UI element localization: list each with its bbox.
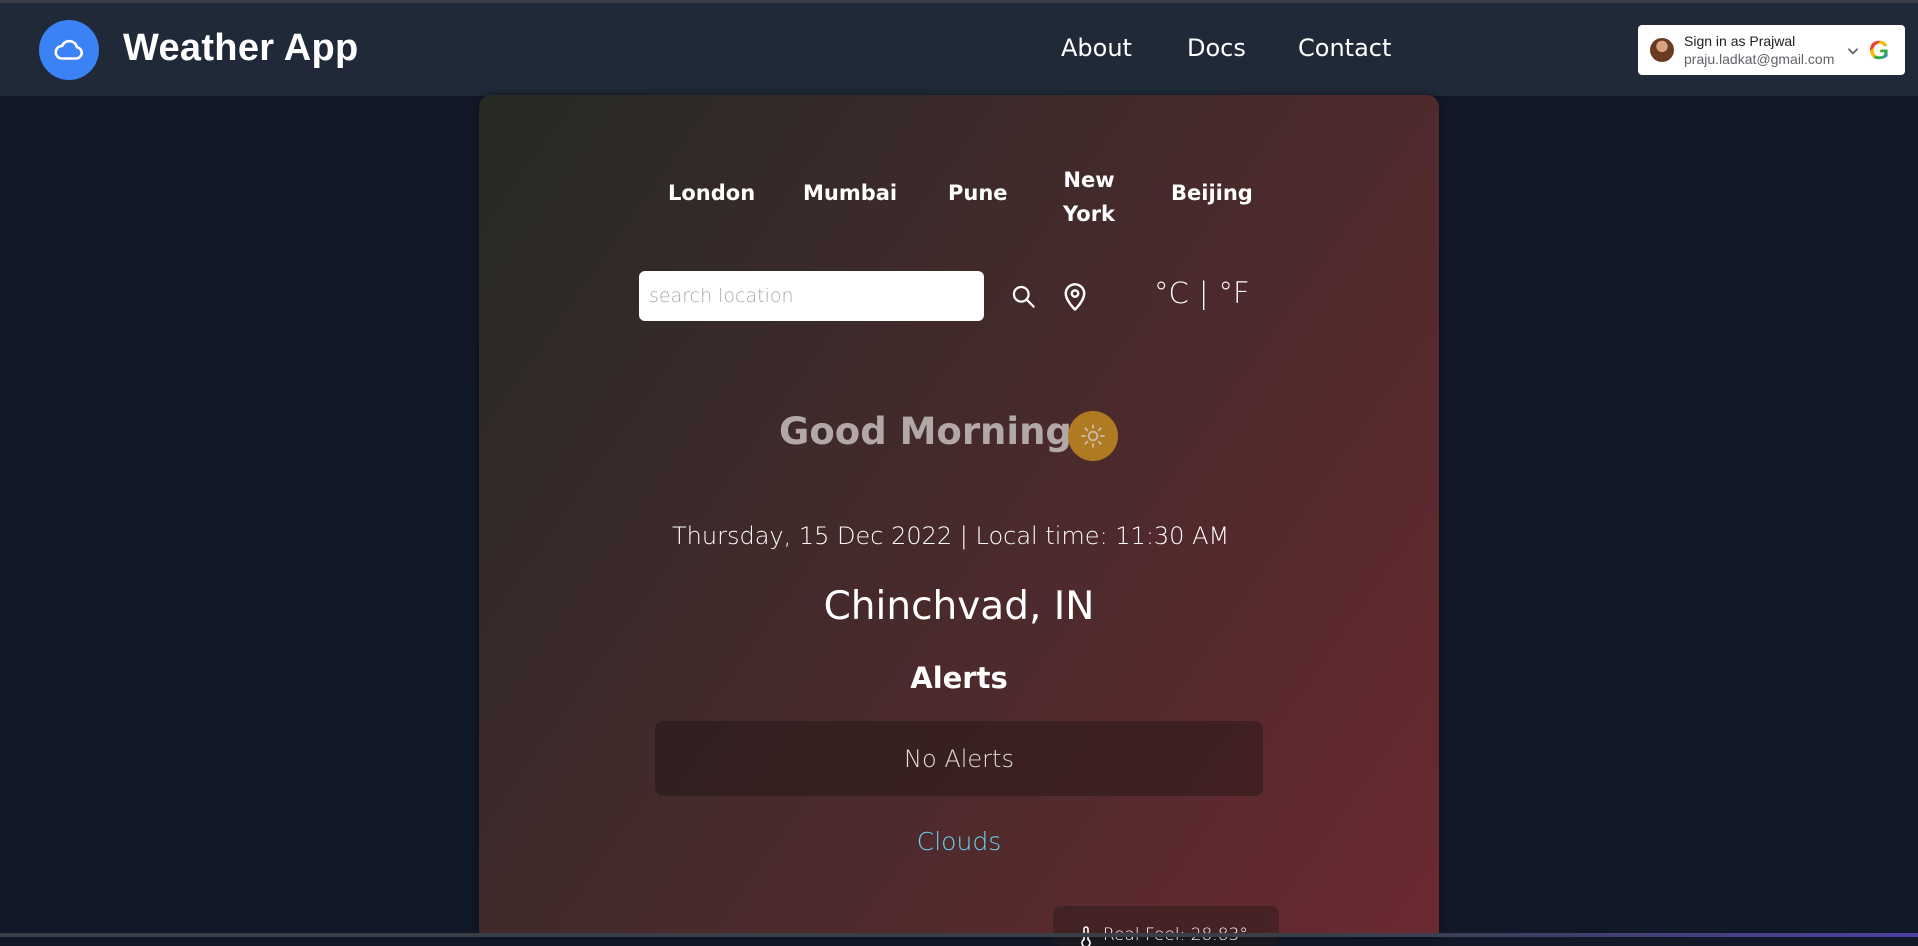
city-button-pune[interactable]: Pune (948, 181, 1008, 205)
app-title[interactable]: Weather App (123, 27, 359, 70)
unit-separator: | (1198, 276, 1209, 310)
cloud-icon (54, 39, 83, 60)
search-input[interactable] (639, 271, 984, 321)
alerts-message: No Alerts (904, 744, 1014, 773)
nav-link-docs[interactable]: Docs (1187, 34, 1246, 62)
sun-icon (1081, 424, 1105, 448)
greeting-text: Good Morning (779, 410, 1072, 453)
signin-name: Sign in as Prajwal (1684, 33, 1796, 49)
weather-condition: Clouds (916, 827, 1002, 856)
location-title: Chinchvad, IN (823, 584, 1095, 629)
google-logo-icon: G (1869, 37, 1889, 63)
city-button-new-york[interactable]: New York (1058, 163, 1120, 231)
greeting-badge (1068, 411, 1118, 461)
map-pin-icon (1064, 283, 1086, 311)
celsius-button[interactable]: °C (1154, 276, 1189, 310)
google-signin-button[interactable]: Sign in as Prajwal praju.ladkat@gmail.co… (1638, 25, 1905, 75)
real-feel-card: Real Feel: 28.83° (1053, 906, 1279, 946)
fahrenheit-button[interactable]: °F (1219, 276, 1250, 310)
search-button[interactable] (1010, 283, 1037, 314)
nav-link-about[interactable]: About (1061, 34, 1132, 62)
signin-email: praju.ladkat@gmail.com (1684, 51, 1835, 67)
local-datetime: Thursday, 15 Dec 2022 | Local time: 11:3… (672, 522, 1230, 550)
city-button-london[interactable]: London (668, 181, 755, 205)
alerts-heading: Alerts (910, 661, 1008, 695)
chevron-down-icon (1848, 48, 1858, 55)
city-button-beijing[interactable]: Beijing (1171, 181, 1253, 205)
app-logo[interactable] (39, 20, 99, 80)
alerts-panel: No Alerts (655, 721, 1263, 796)
weather-card (479, 95, 1439, 937)
current-location-button[interactable] (1060, 280, 1090, 316)
navbar: Weather App About Docs Contact Sign in a… (0, 3, 1918, 96)
search-icon (1012, 285, 1035, 308)
unit-toggle: °C | °F (1154, 276, 1250, 310)
nav-link-contact[interactable]: Contact (1298, 34, 1391, 62)
city-button-mumbai[interactable]: Mumbai (803, 181, 897, 205)
avatar (1650, 38, 1674, 62)
google-logo-letter: G (1869, 35, 1890, 65)
window-bottom-strip (0, 933, 1918, 937)
